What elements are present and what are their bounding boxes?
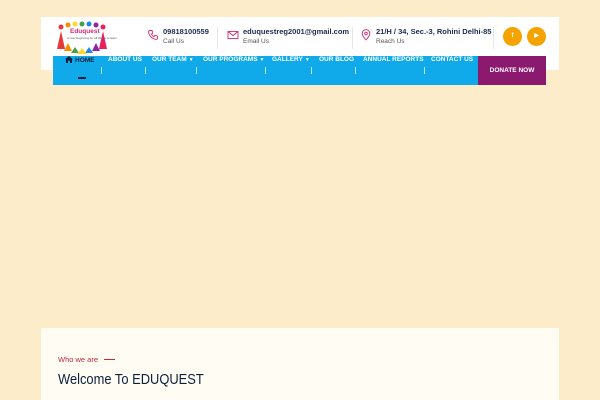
who-we-are-section: Who we are Welcome To EDUQUEST — [41, 328, 559, 400]
address-text: 21/H / 34, Sec.-3, Rohini Delhi-85 — [376, 27, 492, 36]
main-navigation: HOME ABOUT US OUR TEAM ▼ OUR PROGRAMS ▼ GA… — [53, 56, 546, 85]
nav-item-annual-reports[interactable]: ANNUAL REPORTS — [363, 56, 424, 85]
divider — [217, 27, 218, 49]
nav-divider — [311, 67, 312, 74]
mail-icon — [227, 31, 239, 39]
nav-divider — [424, 67, 425, 74]
nav-item-contact-us[interactable]: CONTACT US — [431, 56, 473, 85]
phone-label: Call Us — [163, 38, 184, 45]
youtube-icon[interactable]: ▶ — [527, 27, 546, 46]
nav-divider — [196, 67, 197, 74]
nav-label-gallery: GALLERY — [272, 56, 303, 63]
nav-item-our-programs[interactable]: OUR PROGRAMS ▼ — [203, 56, 264, 85]
nav-divider — [145, 67, 146, 74]
nav-divider — [265, 67, 266, 74]
email-address: eduquestreg2001@gmail.com — [243, 27, 350, 36]
nav-label-our-programs: OUR PROGRAMS — [203, 56, 258, 63]
location-pin-icon — [361, 29, 371, 41]
chevron-down-icon: ▼ — [188, 57, 194, 63]
address-label: Reach Us — [376, 38, 405, 45]
facebook-icon[interactable]: f — [503, 27, 522, 46]
divider — [352, 27, 353, 49]
nav-divider — [101, 67, 102, 74]
nav-label-home: HOME — [75, 57, 95, 64]
section-heading: Welcome To EDUQUEST — [58, 371, 204, 388]
nav-item-about-us[interactable]: ABOUT US — [108, 56, 142, 85]
nav-divider — [355, 67, 356, 74]
active-indicator — [78, 77, 86, 79]
nav-item-home[interactable]: HOME — [65, 56, 95, 85]
logo-title: Eduquest — [70, 28, 100, 35]
logo-tagline: A new beginning for all things to learn — [67, 36, 117, 40]
section-eyebrow: Who we are — [58, 355, 99, 364]
chevron-down-icon: ▼ — [304, 57, 310, 63]
divider — [493, 27, 494, 49]
home-icon — [65, 56, 73, 63]
donate-now-button[interactable]: DONATE NOW — [478, 56, 546, 85]
phone-number: 09818100559 — [163, 27, 209, 36]
phone-icon — [148, 30, 158, 40]
nav-item-gallery[interactable]: GALLERY ▼ — [272, 56, 310, 85]
nav-label-our-team: OUR TEAM — [152, 56, 187, 63]
nav-item-our-blog[interactable]: OUR BLOG — [319, 56, 354, 85]
nav-item-our-team[interactable]: OUR TEAM ▼ — [152, 56, 194, 85]
site-logo[interactable]: Eduquest A new beginning for all things … — [53, 21, 117, 55]
chevron-down-icon: ▼ — [259, 57, 265, 63]
eyebrow-divider — [104, 359, 115, 360]
email-label: Email Us — [243, 38, 270, 45]
